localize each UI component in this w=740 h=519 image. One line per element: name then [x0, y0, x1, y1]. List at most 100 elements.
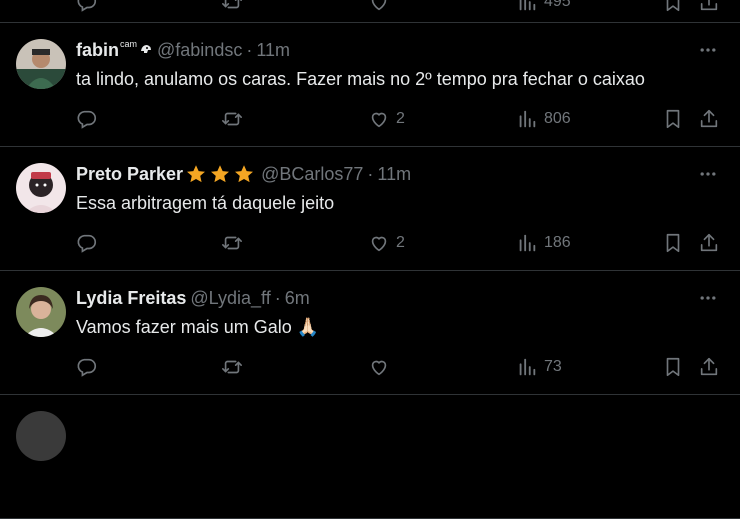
retweet-button[interactable]	[221, 355, 249, 379]
tweet-actions: 73	[76, 355, 726, 379]
tweet-header: fabin cam @fabindsc · 11m	[76, 39, 290, 61]
user-handle[interactable]: @Lydia_ff	[190, 287, 270, 309]
retweet-icon	[221, 108, 243, 130]
views-icon	[516, 232, 538, 254]
views-button[interactable]: 73	[516, 355, 562, 379]
display-name[interactable]: fabin	[76, 39, 119, 61]
separator-dot: ·	[367, 164, 374, 184]
avatar[interactable]	[16, 39, 66, 89]
avatar-image	[16, 39, 66, 89]
separator-dot: ·	[246, 40, 253, 60]
tweet-header: Lydia Freitas @Lydia_ff · 6m	[76, 287, 310, 309]
retweet-button[interactable]	[221, 107, 249, 131]
tweet[interactable]: Lydia Freitas @Lydia_ff · 6m Vamos fazer…	[0, 271, 740, 395]
bookmark-button[interactable]	[662, 231, 684, 255]
avatar-image	[16, 163, 66, 213]
avatar-image	[16, 287, 66, 337]
views-count: 73	[544, 358, 562, 375]
timestamp[interactable]: 11m	[377, 163, 411, 185]
heart-icon	[368, 356, 390, 378]
like-button[interactable]	[368, 0, 390, 14]
star-icon	[233, 163, 255, 185]
name-badge: cam	[120, 39, 138, 49]
share-button[interactable]	[698, 355, 720, 379]
share-icon	[698, 0, 720, 13]
more-icon	[698, 288, 718, 308]
like-button[interactable]: 2	[368, 231, 405, 255]
bookmark-icon	[662, 356, 684, 378]
tweet-partial[interactable]	[0, 395, 740, 519]
share-icon	[698, 356, 720, 378]
views-icon	[516, 356, 538, 378]
views-button[interactable]: 186	[516, 231, 571, 255]
tweet-actions: 2 806	[76, 107, 726, 131]
bookmark-icon	[662, 108, 684, 130]
views-button[interactable]: 806	[516, 107, 571, 131]
praying-hands-emoji: 🙏🏻	[296, 317, 320, 337]
timestamp[interactable]: 11m	[256, 39, 290, 61]
retweet-icon	[221, 356, 243, 378]
bookmark-button[interactable]	[662, 355, 684, 379]
avatar[interactable]	[16, 163, 66, 213]
avatar[interactable]	[16, 411, 66, 461]
like-count: 2	[396, 234, 405, 251]
tweet-text: Vamos fazer mais um Galo	[76, 317, 292, 337]
share-button[interactable]	[698, 0, 720, 14]
retweet-button[interactable]	[221, 0, 243, 14]
more-button[interactable]	[696, 163, 720, 185]
reply-button[interactable]	[76, 231, 104, 255]
more-icon	[698, 164, 718, 184]
retweet-icon	[221, 0, 243, 13]
views-icon	[516, 0, 538, 13]
more-icon	[698, 40, 718, 60]
tweet[interactable]: Preto Parker @BCarlos77 · 11m Essa arbit…	[0, 147, 740, 271]
views-count: 806	[544, 110, 571, 127]
reply-icon	[76, 356, 98, 378]
tweet-header: Preto Parker @BCarlos77 · 11m	[76, 163, 411, 185]
views-count: 186	[544, 234, 571, 251]
name-stars	[185, 163, 257, 185]
like-button[interactable]	[368, 355, 396, 379]
heart-icon	[368, 108, 390, 130]
bookmark-button[interactable]	[662, 107, 684, 131]
tweet-text-container: Vamos fazer mais um Galo 🙏🏻	[76, 315, 319, 339]
bookmark-button[interactable]	[662, 0, 684, 14]
share-icon	[698, 108, 720, 130]
user-handle[interactable]: @fabindsc	[157, 39, 242, 61]
reply-button[interactable]	[76, 355, 104, 379]
views-icon	[516, 108, 538, 130]
retweet-icon	[221, 232, 243, 254]
reply-button[interactable]	[76, 107, 104, 131]
share-button[interactable]	[698, 107, 720, 131]
views-button[interactable]: 495	[516, 0, 571, 14]
more-button[interactable]	[696, 39, 720, 61]
heart-icon	[368, 232, 390, 254]
user-handle[interactable]: @BCarlos77	[261, 163, 363, 185]
heart-icon	[368, 0, 390, 13]
tweet-actions: 2 186	[76, 231, 726, 255]
display-name[interactable]: Lydia Freitas	[76, 287, 186, 309]
previous-tweet-actions: 495	[0, 0, 740, 23]
share-button[interactable]	[698, 231, 720, 255]
views-count: 495	[544, 0, 571, 10]
avatar[interactable]	[16, 287, 66, 337]
bookmark-icon	[662, 0, 684, 13]
like-button[interactable]: 2	[368, 107, 405, 131]
tweet-text: ta lindo, anulamo os caras. Fazer mais n…	[76, 69, 645, 89]
display-name[interactable]: Preto Parker	[76, 163, 183, 185]
star-icon	[185, 163, 207, 185]
star-icon	[209, 163, 231, 185]
reply-icon	[76, 0, 98, 13]
skull-icon	[139, 39, 153, 61]
bookmark-icon	[662, 232, 684, 254]
timeline-feed: 495 fabin cam @fabindsc · 11m ta lindo, …	[0, 0, 740, 519]
like-count: 2	[396, 110, 405, 127]
reply-icon	[76, 108, 98, 130]
reply-button[interactable]	[76, 0, 98, 14]
more-button[interactable]	[696, 287, 720, 309]
tweet[interactable]: fabin cam @fabindsc · 11m ta lindo, anul…	[0, 23, 740, 147]
timestamp[interactable]: 6m	[285, 287, 310, 309]
retweet-button[interactable]	[221, 231, 249, 255]
share-icon	[698, 232, 720, 254]
separator-dot: ·	[274, 288, 281, 308]
